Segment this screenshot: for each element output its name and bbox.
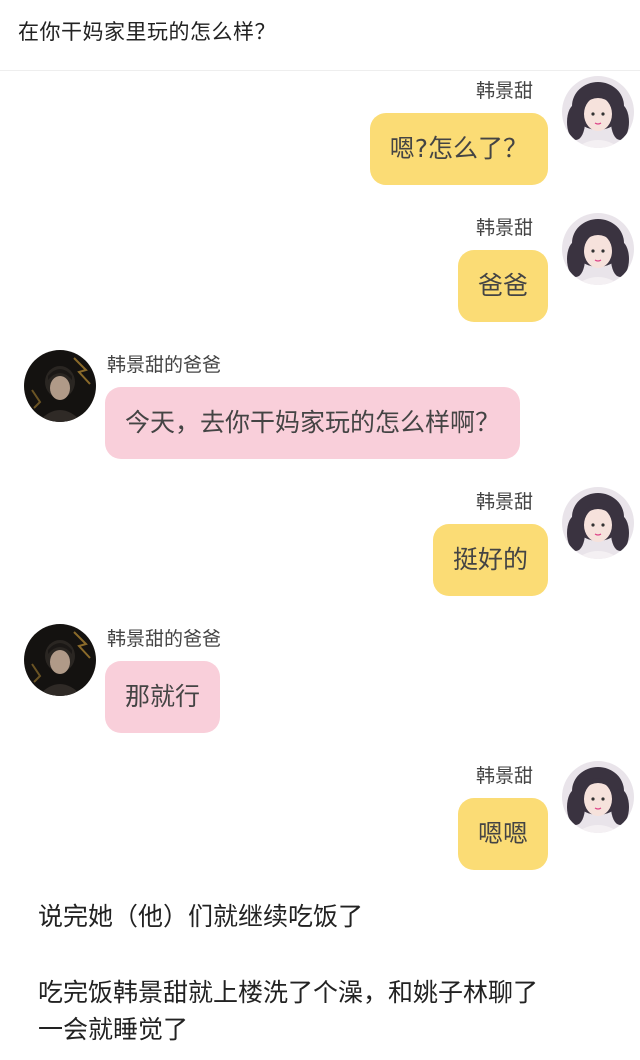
message-bubble[interactable]: 那就行 bbox=[105, 661, 221, 733]
sender-name: 韩景甜 bbox=[476, 80, 534, 102]
message-bubble[interactable]: 嗯?怎么了？ bbox=[369, 113, 548, 185]
narration-line: 一会就睡觉了 bbox=[38, 1015, 189, 1044]
narration-line: 说完她（他）们就继续吃饭了 bbox=[38, 902, 364, 931]
sender-name: 韩景甜的爸爸 bbox=[107, 628, 222, 650]
sender-name: 韩景甜 bbox=[476, 491, 534, 513]
sender-name: 韩景甜 bbox=[476, 765, 534, 787]
page-title: 在你干妈家里玩的怎么样？ bbox=[18, 20, 276, 44]
header-divider bbox=[0, 70, 640, 71]
sender-name: 韩景甜 bbox=[476, 217, 534, 239]
narration-line: 吃完饭韩景甜就上楼洗了个澡，和姚子林聊了 bbox=[38, 978, 539, 1007]
boy-avatar-icon[interactable] bbox=[24, 624, 96, 696]
message-bubble[interactable]: 今天，去你干妈家玩的怎么样啊？ bbox=[105, 387, 521, 459]
message-bubble[interactable]: 嗯嗯 bbox=[457, 798, 548, 870]
boy-avatar-icon[interactable] bbox=[24, 350, 96, 422]
girl-avatar-icon[interactable] bbox=[562, 76, 634, 148]
girl-avatar-icon[interactable] bbox=[562, 761, 634, 833]
sender-name: 韩景甜的爸爸 bbox=[107, 354, 222, 376]
girl-avatar-icon[interactable] bbox=[562, 487, 634, 559]
message-bubble[interactable]: 挺好的 bbox=[432, 524, 548, 596]
girl-avatar-icon[interactable] bbox=[562, 213, 634, 285]
message-bubble[interactable]: 爸爸 bbox=[457, 250, 548, 322]
